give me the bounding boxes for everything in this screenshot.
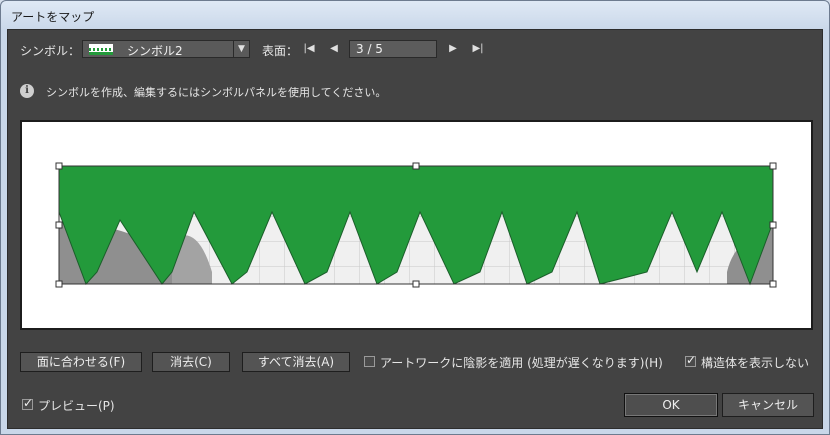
next-page-icon[interactable]: ▶ [445, 40, 461, 58]
chevron-down-icon[interactable]: ▼ [233, 41, 249, 57]
surface-label: 表面： [262, 44, 299, 58]
first-page-icon[interactable]: |◀ [301, 40, 317, 58]
preview-checkbox[interactable] [22, 396, 33, 410]
dialog-content: シンボル： シンボル2 ▼ 表面： |◀ ◀ 3 / 5 ▶ ▶| i シンボル… [7, 29, 823, 429]
shade-artwork-checkbox[interactable] [364, 356, 375, 367]
symbol-thumbnail [89, 44, 113, 55]
hide-geometry-label: 構造体を表示しない [701, 356, 810, 370]
clear-button[interactable]: 消去(C) [152, 352, 230, 372]
ok-button[interactable]: OK [624, 393, 718, 417]
dialog-window: アートをマップ シンボル： シンボル2 ▼ 表面： |◀ ◀ 3 / 5 ▶ ▶… [0, 0, 830, 435]
cancel-button[interactable]: キャンセル [722, 393, 814, 417]
hide-geometry-checkbox[interactable] [685, 353, 696, 367]
symbol-dropdown[interactable]: シンボル2 ▼ [82, 40, 250, 58]
last-page-icon[interactable]: ▶| [470, 40, 486, 58]
dialog-title: アートをマップ [11, 10, 95, 24]
preview-label: プレビュー(P) [38, 399, 115, 413]
shade-artwork-label: アートワークに陰影を適用 (処理が遅くなります)(H) [380, 356, 663, 370]
symbol-dropdown-value: シンボル2 [127, 44, 183, 58]
title-bar[interactable]: アートをマップ [1, 1, 829, 29]
info-message: シンボルを作成、編集するにはシンボルパネルを使用してください。 [46, 86, 387, 99]
fit-to-face-button[interactable]: 面に合わせる(F) [20, 352, 142, 372]
symbol-label: シンボル： [20, 44, 81, 58]
surface-page-field[interactable]: 3 / 5 [349, 40, 437, 58]
surface-preview-canvas[interactable] [20, 120, 813, 330]
info-icon: i [20, 84, 34, 98]
previous-page-icon[interactable]: ◀ [326, 40, 342, 58]
surface-preview-svg [55, 162, 777, 288]
clear-all-button[interactable]: すべて消去(A) [242, 352, 350, 372]
